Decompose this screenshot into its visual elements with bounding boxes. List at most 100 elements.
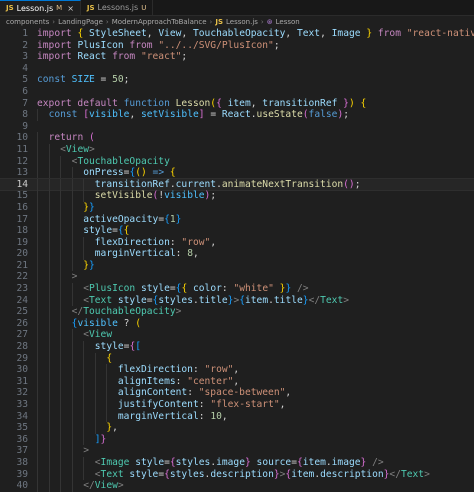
code-token: /> [291, 283, 309, 295]
code-line[interactable]: 8 const [visible, setVisible] = React.us… [0, 109, 474, 121]
code-line[interactable]: 3 import React from "react"; [0, 51, 474, 63]
code-line[interactable]: 15 setVisible(!visible); [0, 190, 474, 202]
code-line[interactable]: 23 <PlusIcon style={{ color: "white" }} … [0, 283, 474, 295]
code-line[interactable]: 29 { [0, 352, 474, 365]
code-line[interactable]: 11 <View> [0, 143, 474, 156]
indent-guide [37, 178, 38, 191]
code-line[interactable]: 6 [0, 86, 474, 98]
breadcrumb-item[interactable]: LandingPage [58, 18, 103, 26]
code-text: }} [37, 259, 474, 272]
code-text: {visible ? ( [37, 317, 474, 330]
code-editor[interactable]: 1 import { StyleSheet, View, TouchableOpa… [0, 28, 474, 492]
indent-guide [71, 178, 73, 191]
code-token: > [71, 271, 78, 283]
code-line[interactable]: 30 flexDirection: "row", [0, 364, 474, 376]
code-line[interactable]: 26 {visible ? ( [0, 317, 474, 330]
indent-guide [83, 178, 84, 191]
code-line[interactable]: 34 marginVertical: 10, [0, 410, 474, 423]
code-token: , [129, 109, 141, 121]
code-line[interactable]: 7 export default function Lesson({ item, … [0, 98, 474, 110]
code-token: } [89, 201, 95, 213]
editor-tab[interactable]: JS Lessons.js U [81, 0, 154, 15]
indent-guide [48, 364, 50, 376]
code-line[interactable]: 13 onPress={() => { [0, 167, 474, 179]
indent-guide [60, 271, 61, 284]
code-token: style [112, 294, 147, 306]
indent-guide [71, 167, 73, 179]
line-number: 5 [22, 74, 28, 86]
code-line[interactable]: 22 > [0, 271, 474, 284]
code-line[interactable]: 38 <Image style={styles.image} source={i… [0, 456, 474, 469]
code-line[interactable]: 35 }, [0, 422, 474, 434]
indent-guide [71, 225, 73, 237]
breadcrumb-item[interactable]: ModernApproachToBalance [112, 18, 207, 26]
code-token: </ [83, 480, 95, 492]
line-number: 25 [16, 306, 28, 318]
code-line[interactable]: 18 style={{ [0, 225, 474, 237]
line-number: 4 [22, 62, 28, 74]
chevron-right-icon: › [52, 18, 56, 26]
indent-guide [37, 352, 38, 365]
breadcrumb-item[interactable]: Lesson.js [226, 18, 258, 26]
tab-label: Lesson.js [16, 3, 54, 13]
line-number: 37 [16, 445, 28, 457]
line-number: 24 [16, 294, 28, 306]
code-line[interactable]: 32 alignContent: "space-between", [0, 387, 474, 399]
indent-guide [60, 213, 61, 226]
code-line[interactable]: 16 }} [0, 201, 474, 214]
line-number: 18 [16, 225, 28, 237]
code-line[interactable]: 40 </View> [0, 480, 474, 492]
code-line[interactable]: 17 activeOpacity={1} [0, 213, 474, 226]
indent-guide [71, 190, 73, 202]
js-file-icon: JS [6, 4, 14, 12]
code-token: marginVertical [94, 248, 176, 260]
code-line[interactable]: 28 style={[ [0, 341, 474, 353]
code-line[interactable]: 19 flexDirection: "row", [0, 236, 474, 249]
code-line[interactable]: 24 <Text style={styles.title}>{item.titl… [0, 294, 474, 307]
code-line[interactable]: 36 ]} [0, 433, 474, 446]
code-text: alignItems: "center", [37, 375, 474, 388]
indent-guide [83, 375, 84, 388]
code-line[interactable]: 2 import PlusIcon from "../../SVG/PlusIco… [0, 40, 474, 52]
code-token: = [204, 109, 222, 121]
code-token: => [146, 167, 170, 179]
code-token: item [291, 468, 315, 480]
indent-guide [37, 480, 38, 492]
code-line[interactable]: 33 justifyContent: "flex-start", [0, 399, 474, 411]
indent-guide [37, 259, 38, 272]
code-token: current [175, 178, 217, 190]
indent-guide [48, 352, 50, 365]
code-token: style [94, 341, 124, 353]
code-token: , [250, 97, 263, 109]
indent-guide [60, 375, 61, 388]
code-line[interactable]: 5 const SIZE = 50; [0, 74, 474, 86]
indent-guide [37, 283, 38, 295]
indent-guide [71, 294, 73, 307]
code-line[interactable]: 31 alignItems: "center", [0, 375, 474, 388]
code-line[interactable]: 1 import { StyleSheet, View, TouchableOpa… [0, 28, 474, 40]
code-line[interactable]: 20 marginVertical: 8, [0, 248, 474, 260]
code-text: > [37, 445, 474, 457]
code-token: Lesson [175, 97, 211, 109]
breadcrumb-item[interactable]: components [6, 18, 49, 26]
indent-guide [83, 410, 84, 423]
breadcrumb-item[interactable]: Lesson [276, 18, 300, 26]
code-line[interactable]: 4 [0, 63, 474, 75]
line-number: 28 [16, 341, 28, 353]
editor-tab[interactable]: JS Lesson.js M × [0, 0, 81, 15]
code-line[interactable]: 9 [0, 121, 474, 133]
code-line[interactable]: 12 <TouchableOpacity [0, 155, 474, 168]
close-icon[interactable]: × [67, 4, 74, 13]
code-line[interactable]: 21 }} [0, 259, 474, 272]
code-line[interactable]: 37 > [0, 445, 474, 457]
code-line[interactable]: 27 <View [0, 329, 474, 342]
indent-guide [60, 468, 61, 481]
code-line[interactable]: 25 </TouchableOpacity> [0, 306, 474, 318]
line-number: 12 [16, 155, 28, 167]
code-line[interactable]: 39 <Text style={styles.description}>{ite… [0, 468, 474, 481]
code-line[interactable]: 14 transitionRef.current.animateNextTran… [0, 177, 474, 192]
code-line[interactable]: 10 return ( [0, 132, 474, 144]
code-token: activeOpacity [83, 213, 159, 225]
